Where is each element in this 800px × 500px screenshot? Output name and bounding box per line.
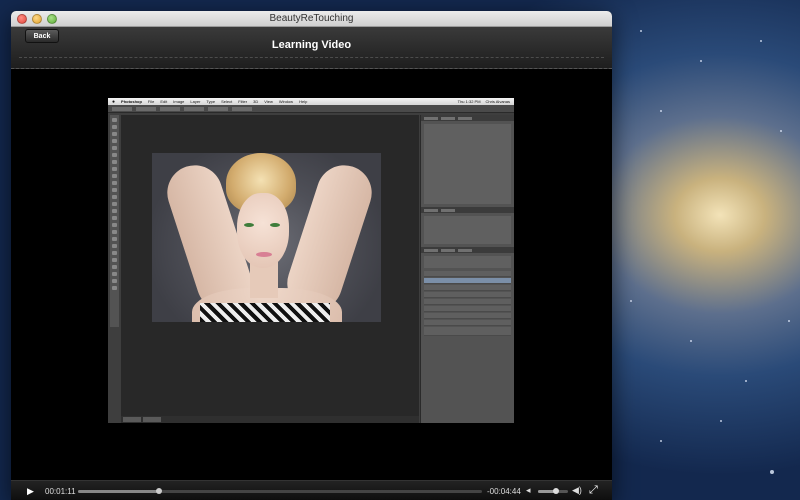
apple-icon: ● [112,98,116,105]
play-icon[interactable]: ▶ [27,486,36,496]
player-controls: ▶ 00:01:11 -00:04:44 ◂ ◀) ⤢ [11,480,612,500]
portrait-photo [152,153,381,322]
ps-clock: Thu 1:32 PM [457,99,481,104]
ps-menu-item: Image [173,99,185,104]
video-frame-photoshop: ● Photoshop File Edit Image Layer Type S… [108,98,514,423]
header-divider [19,57,604,64]
ps-toolbar [110,115,119,327]
zoom-window-button[interactable] [47,14,57,24]
ps-doc-tabs [121,416,419,423]
ps-canvas-area [121,115,419,416]
ps-user: Chris Alvanas [485,99,510,104]
ps-menu-item: Select [221,99,233,104]
ps-menu-item: Edit [160,99,168,104]
volume-high-icon: ◀) [572,485,582,495]
progress-bar[interactable] [78,488,482,494]
page-title: Learning Video [271,38,352,51]
window-title: BeautyReTouching [269,13,354,24]
app-window: BeautyReTouching Back Learning Video ● P… [11,11,612,500]
ps-menu-item: Help [299,99,308,104]
back-button[interactable]: Back [25,29,59,43]
ps-panels [420,115,514,423]
volume-slider[interactable] [538,488,568,494]
window-controls [17,14,57,24]
fullscreen-icon[interactable]: ⤢ [589,484,598,497]
minimize-window-button[interactable] [32,14,42,24]
ps-options-bar [108,105,514,113]
ps-menu-item: Filter [238,99,248,104]
ps-menubar: ● Photoshop File Edit Image Layer Type S… [108,98,514,105]
ps-menu-item: View [264,99,273,104]
volume-low-icon: ◂ [526,485,531,495]
time-elapsed: 00:01:11 [45,487,76,496]
ps-menu-item: File [147,99,155,104]
title-bar: BeautyReTouching [11,11,612,27]
ps-menu-item: Layer [190,99,201,104]
volume-knob[interactable] [553,488,559,494]
progress-fill [78,490,159,493]
progress-knob[interactable] [155,488,162,494]
video-player[interactable]: ● Photoshop File Edit Image Layer Type S… [11,70,612,480]
ps-menu-item: 3D [253,99,259,104]
time-remaining: -00:04:44 [487,487,521,496]
close-window-button[interactable] [17,14,27,24]
ps-menu-item: Window [278,99,294,104]
ps-app-name: Photoshop [121,99,142,104]
app-header: Back Learning Video [11,27,612,69]
ps-menu-item: Type [206,99,216,104]
